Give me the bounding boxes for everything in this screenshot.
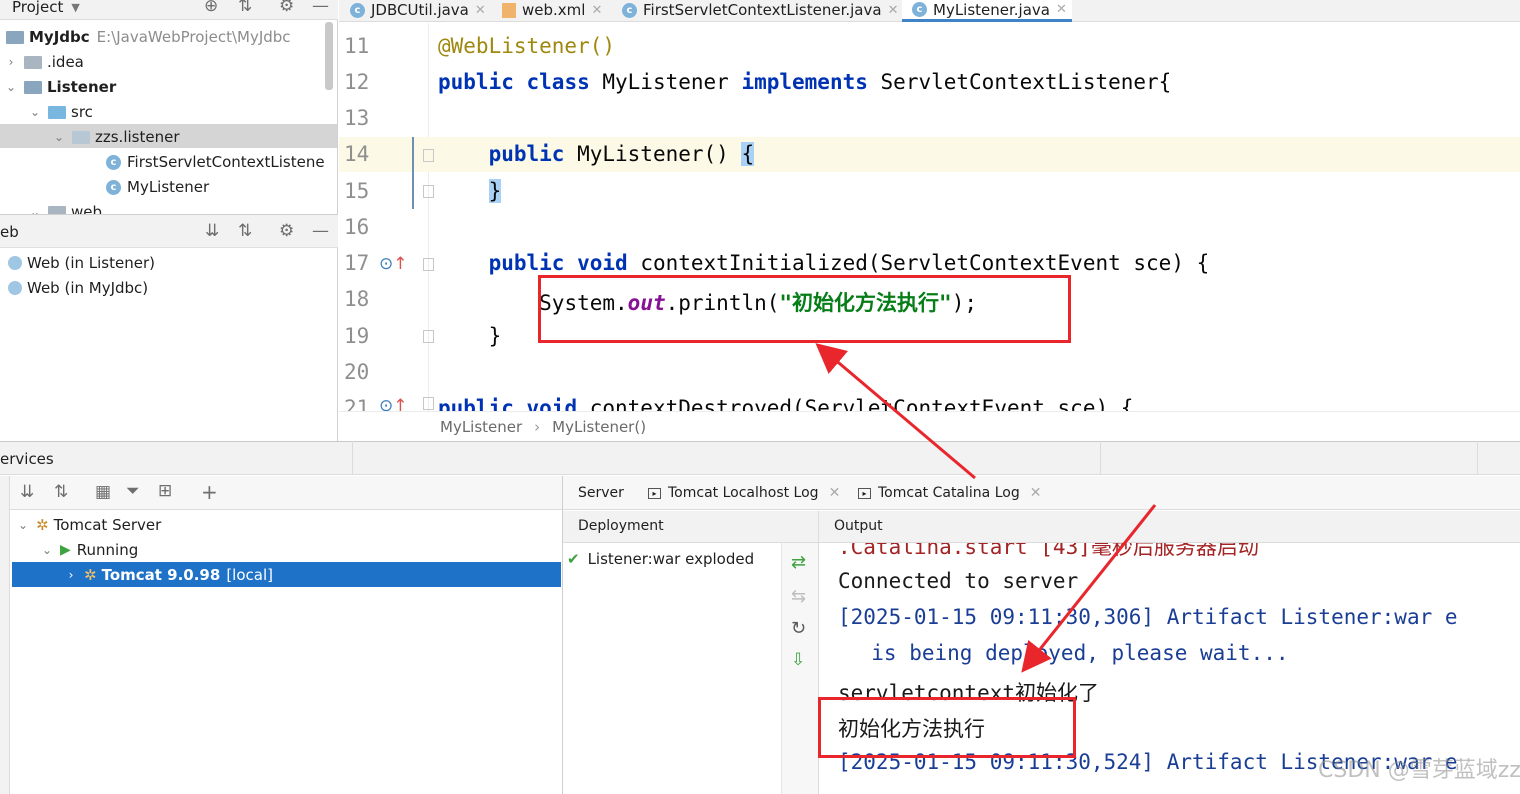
- watermark: CSDN @雪芽蓝域zzs: [1318, 758, 1520, 783]
- annotation-arrows: [815, 343, 1157, 673]
- arrow-to-code: [815, 343, 976, 480]
- arrow-to-output: [1021, 504, 1157, 673]
